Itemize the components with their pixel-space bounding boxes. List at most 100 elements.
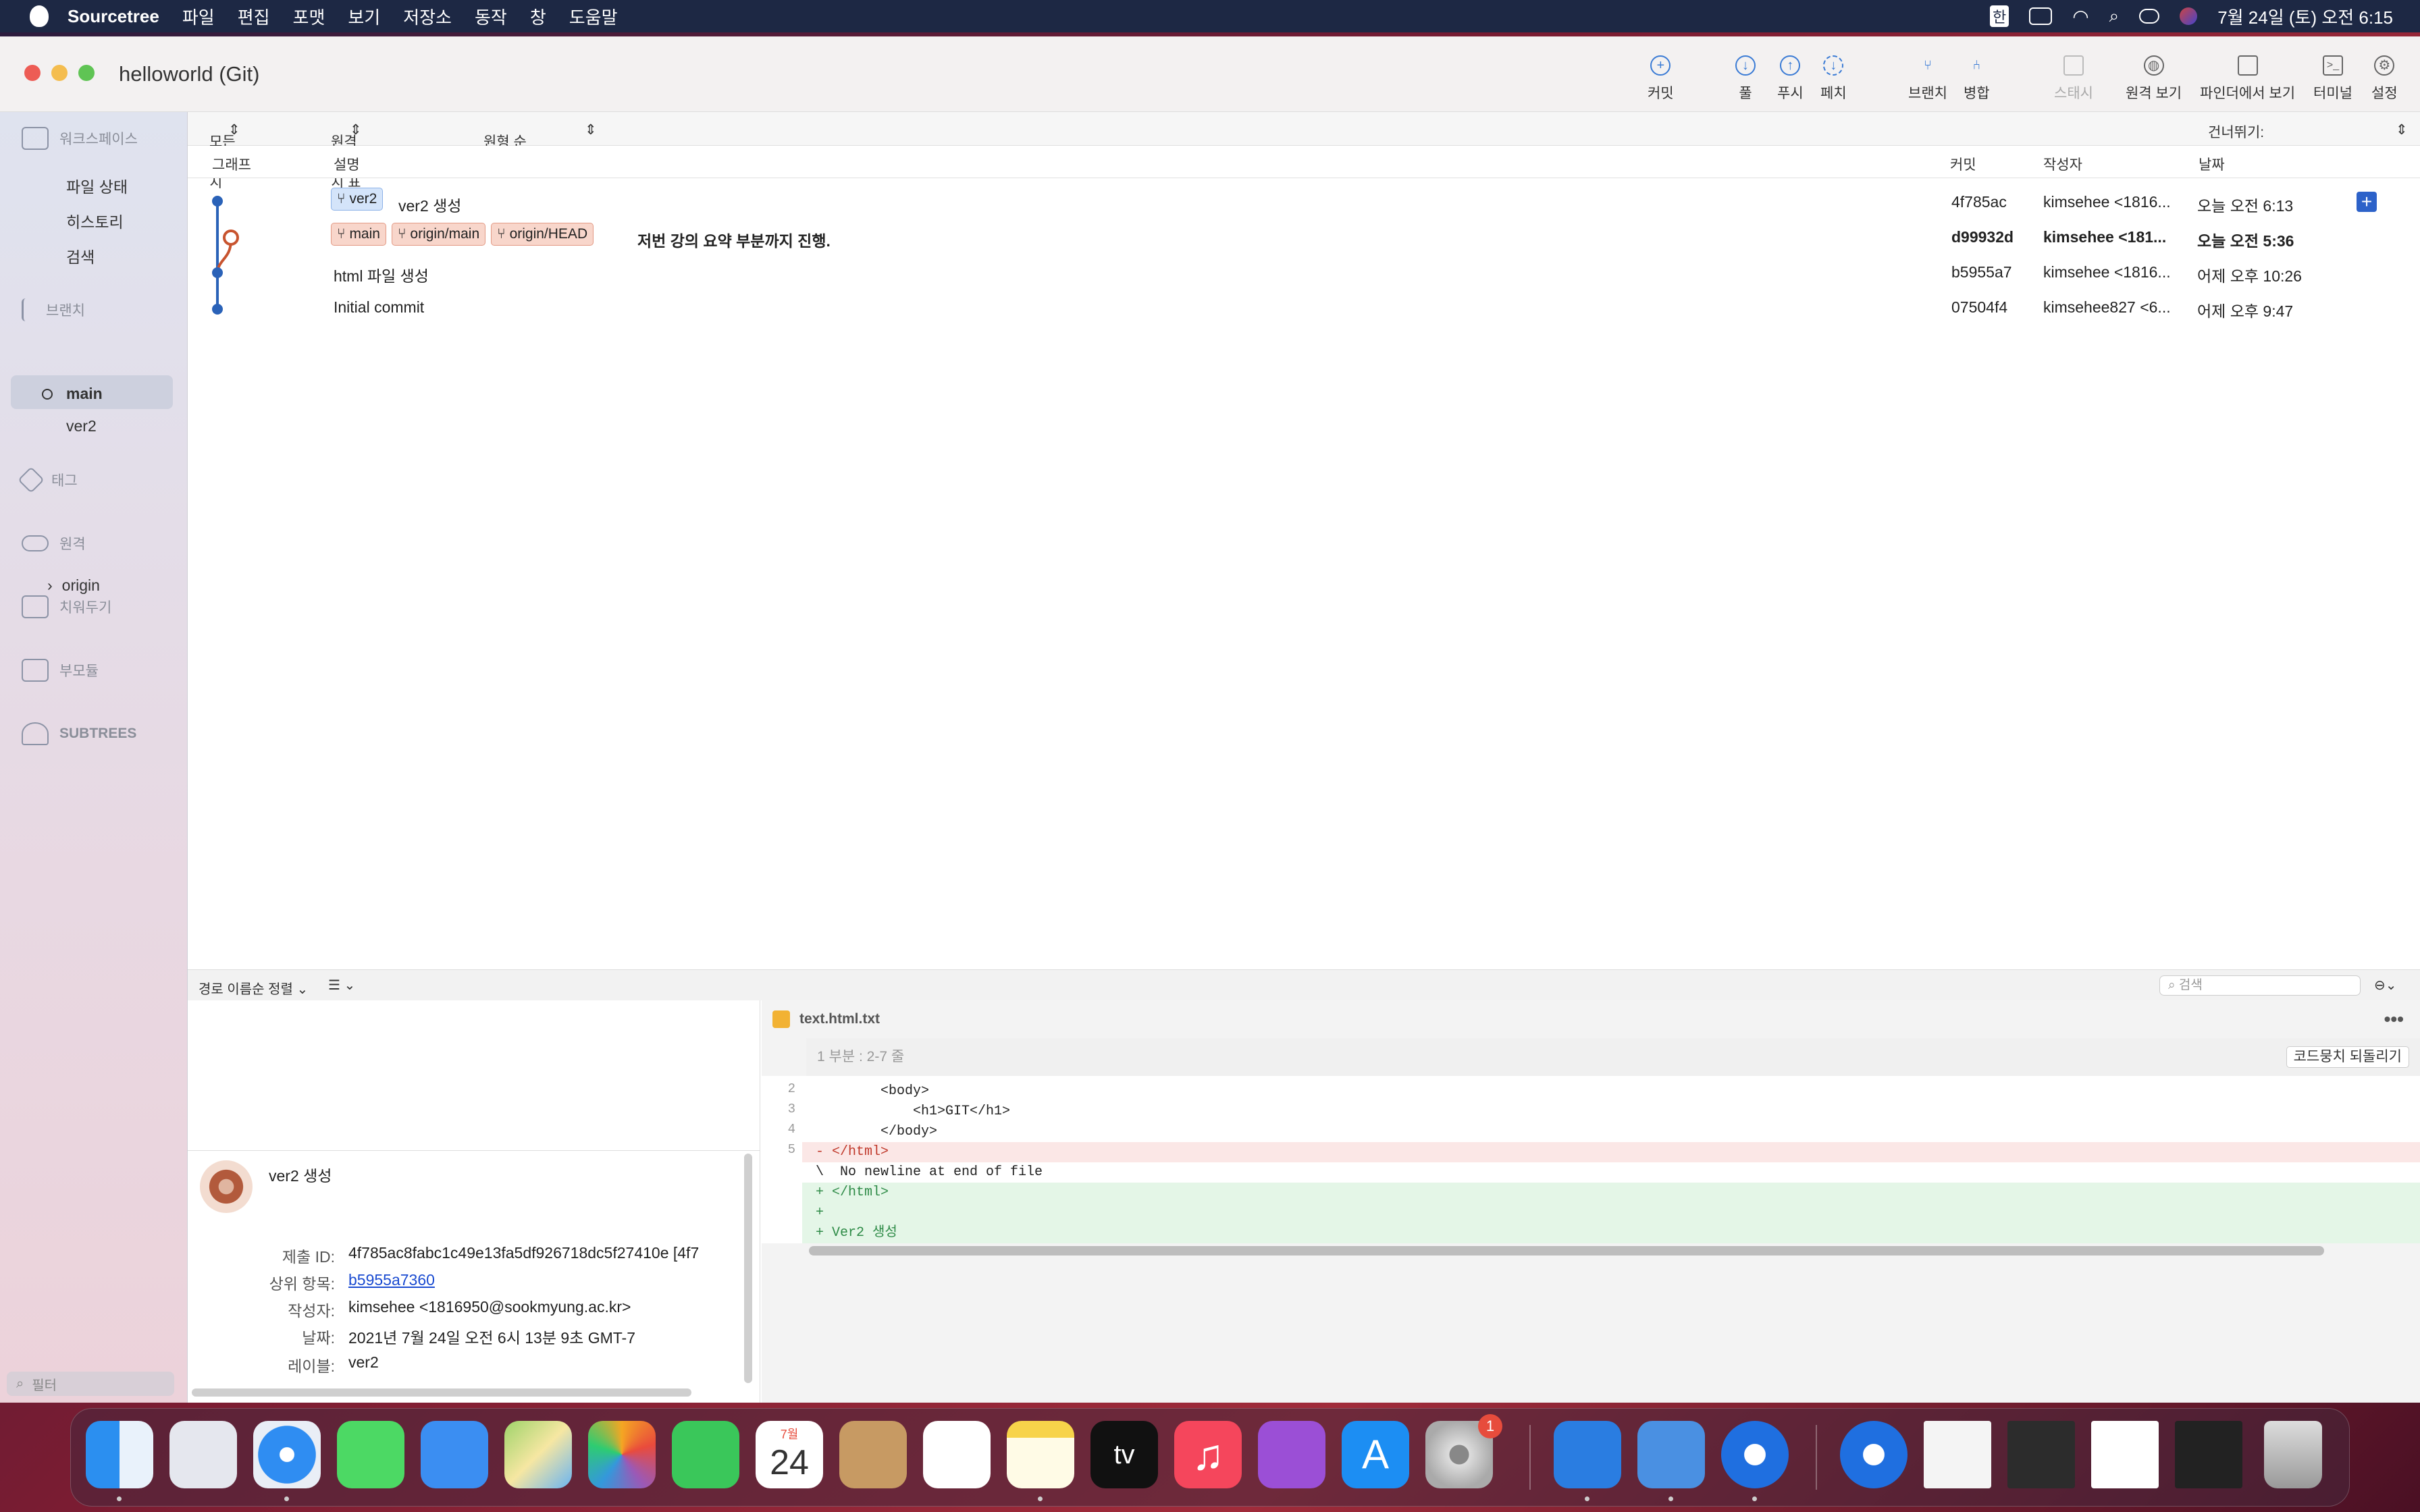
battery-icon[interactable]	[2029, 7, 2053, 25]
menu-window[interactable]: 창	[530, 4, 546, 29]
sidebar-subtrees-header[interactable]: SUBTREES	[22, 722, 136, 745]
vertical-scrollbar[interactable]	[744, 1154, 752, 1383]
add-icon[interactable]: +	[2357, 192, 2377, 212]
column-graph[interactable]: 그래프	[212, 154, 251, 174]
minimized-window-thumbnail[interactable]	[2175, 1421, 2242, 1488]
menu-app-name[interactable]: Sourcetree	[68, 6, 159, 27]
minimized-window-thumbnail[interactable]	[1924, 1421, 1991, 1488]
photos-icon[interactable]	[588, 1421, 656, 1488]
contacts-icon[interactable]	[839, 1421, 907, 1488]
show-remote-branches-dropdown[interactable]: 원격 브랜치 표시 ⇕	[331, 122, 362, 211]
branch-tag-ver2[interactable]: ⑂ ver2	[331, 188, 384, 211]
settings-button[interactable]: ⚙ 설정	[2371, 55, 2398, 103]
options-icon[interactable]: ⊖⌄	[2374, 977, 2397, 994]
commit-message: html 파일 생성	[334, 267, 429, 285]
parent-link[interactable]: b5955a7360	[348, 1271, 435, 1289]
menu-clock[interactable]: 7월 24일 (토) 오전 6:15	[2217, 4, 2393, 29]
menu-repository[interactable]: 저장소	[403, 4, 452, 29]
close-window-button[interactable]	[24, 65, 41, 81]
column-commit[interactable]: 커밋	[1950, 154, 1976, 174]
safari-icon[interactable]	[253, 1421, 321, 1488]
menu-edit[interactable]: 편집	[238, 4, 270, 29]
skip-stepper[interactable]: ⇕	[2396, 122, 2408, 138]
sidebar-branches-header[interactable]: 브랜치	[22, 298, 85, 321]
maps-icon[interactable]	[504, 1421, 572, 1488]
sidebar-filter-field[interactable]: ⌕ 필터	[7, 1372, 174, 1396]
branch-button[interactable]: ⑂ 브랜치	[1908, 55, 1947, 103]
trash-icon[interactable]	[2264, 1421, 2322, 1488]
calendar-icon[interactable]: 7월 24	[756, 1421, 823, 1488]
sidebar-stashes-header[interactable]: 치워두기	[22, 595, 111, 618]
sidebar-workspace-header[interactable]: 워크스페이스	[22, 127, 138, 150]
column-date[interactable]: 날짜	[2199, 154, 2225, 174]
all-branches-dropdown[interactable]: 모든 브랜치 ⇕	[209, 122, 240, 190]
reminders-icon[interactable]	[923, 1421, 991, 1488]
sidebar-submodules-header[interactable]: 부모듈	[22, 659, 99, 682]
sidebar-tags-header[interactable]: 태그	[18, 466, 78, 493]
merge-button[interactable]: ⑃ 병합	[1964, 55, 1990, 103]
more-icon[interactable]: •••	[2384, 1008, 2404, 1030]
branch-tag-origin-main[interactable]: ⑂ origin/main	[391, 223, 486, 246]
horizontal-scrollbar[interactable]	[192, 1388, 691, 1397]
sidebar-item-branch-main[interactable]: main	[42, 385, 103, 403]
sort-dropdown[interactable]: 경로 이름순 정렬 ⌄	[199, 978, 308, 998]
sidebar-remotes-header[interactable]: 원격	[22, 533, 86, 554]
order-dropdown[interactable]: 원형 순 ⇕	[483, 122, 597, 150]
column-description[interactable]: 설명	[334, 154, 360, 174]
menu-view[interactable]: 보기	[348, 4, 380, 29]
zoom-window-button[interactable]	[78, 65, 95, 81]
minimize-window-button[interactable]	[51, 65, 68, 81]
notes-icon[interactable]	[1007, 1421, 1074, 1488]
mail-icon[interactable]	[421, 1421, 488, 1488]
terminal-button[interactable]: >_ 터미널	[2313, 55, 2352, 103]
minimized-window-thumbnail[interactable]	[2007, 1421, 2075, 1488]
menu-format[interactable]: 포맷	[293, 4, 325, 29]
xcode-icon[interactable]	[1554, 1421, 1621, 1488]
branch-tag-origin-head[interactable]: ⑂ origin/HEAD	[491, 223, 594, 246]
sidebar-item-file-status[interactable]: 파일 상태	[66, 174, 128, 197]
sidebar-item-remote-origin[interactable]: › origin	[47, 576, 100, 595]
diff-horizontal-scrollbar[interactable]	[809, 1246, 2324, 1256]
music-icon[interactable]: ♫	[1174, 1421, 1242, 1488]
remote-view-button[interactable]: ◍ 원격 보기	[2126, 55, 2182, 103]
commit-row[interactable]: html 파일 생성 b5955a7 kimsehee <1816... 어제 …	[188, 254, 2420, 289]
sourcetree-icon[interactable]	[1721, 1421, 1789, 1488]
menu-actions[interactable]: 동작	[475, 4, 507, 29]
search-icon[interactable]: ⌕	[2109, 5, 2120, 27]
podcasts-icon[interactable]	[1258, 1421, 1325, 1488]
siri-icon[interactable]	[2180, 7, 2198, 25]
revert-hunk-button[interactable]: 코드뭉치 되돌리기	[2286, 1046, 2409, 1068]
commit-row[interactable]: Initial commit 07504f4 kimsehee827 <6...…	[188, 289, 2420, 324]
fetch-button[interactable]: ↓ 페치	[1820, 55, 1847, 103]
wifi-icon[interactable]: ◠	[2072, 5, 2088, 28]
pull-button[interactable]: ↓ 풀	[1735, 55, 1756, 103]
stash-button[interactable]: 스태시	[2054, 55, 2093, 103]
messages-icon[interactable]	[337, 1421, 404, 1488]
running-indicator	[1585, 1496, 1589, 1501]
sidebar-item-search[interactable]: 검색	[66, 244, 95, 267]
commit-button[interactable]: + 커밋	[1648, 55, 1674, 103]
sidebar-item-history[interactable]: 히스토리	[66, 209, 124, 232]
commit-row[interactable]: ⑂ ver2 ver2 생성 4f785ac kimsehee <1816...…	[188, 184, 2420, 219]
minimized-window-thumbnail[interactable]	[2091, 1421, 2159, 1488]
input-source-indicator[interactable]: 한	[1989, 5, 2009, 27]
menu-file[interactable]: 파일	[182, 4, 215, 29]
launchpad-icon[interactable]	[169, 1421, 237, 1488]
menu-help[interactable]: 도움말	[569, 4, 618, 29]
control-center-icon[interactable]	[2139, 9, 2160, 24]
facetime-icon[interactable]	[672, 1421, 739, 1488]
show-in-finder-button[interactable]: 파인더에서 보기	[2200, 55, 2295, 103]
commit-row[interactable]: ⑂ main ⑂ origin/main ⑂ origin/HEAD 저번 강의…	[188, 219, 2420, 254]
sourcetree-download-icon[interactable]	[1840, 1421, 1908, 1488]
sidebar-item-branch-ver2[interactable]: ver2	[66, 417, 97, 435]
search-field[interactable]: ⌕ 검색	[2159, 975, 2361, 996]
push-button[interactable]: ↑ 푸시	[1777, 55, 1804, 103]
apple-icon[interactable]	[30, 5, 49, 27]
branch-tag-main[interactable]: ⑂ main	[331, 223, 386, 246]
simulator-icon[interactable]	[1637, 1421, 1705, 1488]
view-mode-dropdown[interactable]: ☰ ⌄	[328, 977, 355, 994]
finder-icon[interactable]	[86, 1421, 153, 1488]
column-author[interactable]: 작성자	[2043, 154, 2082, 174]
app-store-icon[interactable]: A	[1342, 1421, 1409, 1488]
apple-tv-icon[interactable]: tv	[1090, 1421, 1158, 1488]
